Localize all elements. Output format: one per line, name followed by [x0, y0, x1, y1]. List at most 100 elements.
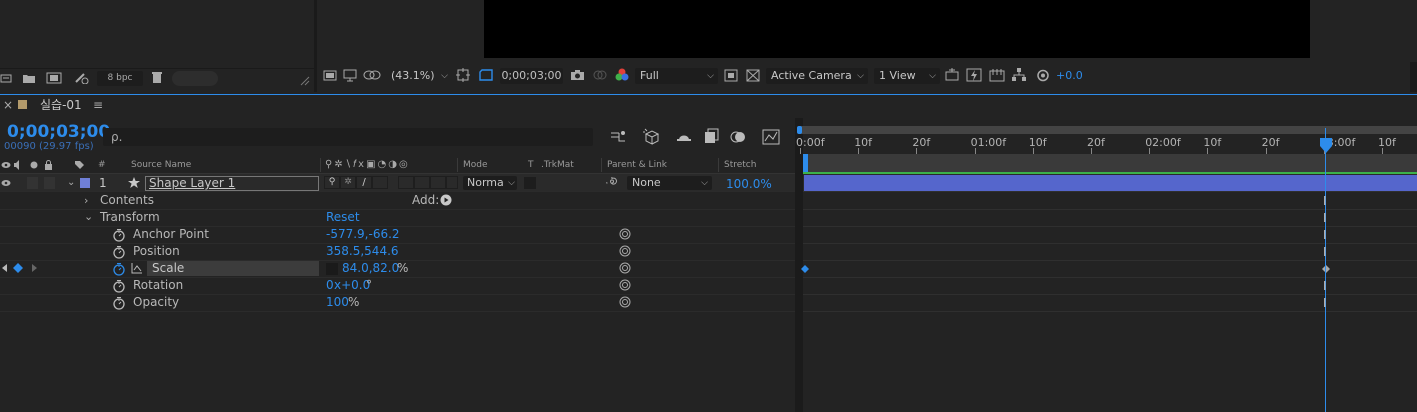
lock-switch[interactable] [44, 177, 55, 189]
camera-dropdown[interactable]: Active Camera ⌵ [766, 68, 868, 84]
pick-whip-icon[interactable] [606, 177, 618, 189]
motion-blur-icon[interactable] [729, 129, 747, 145]
pick-whip-icon[interactable] [619, 228, 631, 240]
next-keyframe-icon[interactable] [31, 264, 37, 272]
graph-icon[interactable] [131, 262, 143, 274]
draft-3d-icon[interactable] [642, 128, 660, 146]
bpc-button[interactable]: 8 bpc [97, 71, 143, 86]
constrain-proportions-icon[interactable] [326, 263, 338, 275]
frame-blend-switch[interactable] [398, 176, 414, 189]
resolution-dropdown[interactable]: Full ⌵ [635, 68, 718, 84]
composition-canvas[interactable] [484, 0, 1310, 58]
timeline-current-time[interactable]: 0;00;03;00 [7, 122, 110, 142]
composition-mini-flowchart-icon[interactable] [609, 129, 627, 145]
previous-keyframe-icon[interactable] [2, 264, 8, 272]
stopwatch-active-icon[interactable] [112, 262, 126, 276]
flowchart-toggle[interactable] [172, 71, 218, 86]
title-action-safe-icon[interactable] [456, 68, 470, 82]
divider [718, 158, 719, 172]
fast-preview-icon[interactable] [724, 69, 738, 82]
stopwatch-icon[interactable] [112, 296, 126, 310]
flowchart-icon[interactable] [1011, 68, 1027, 82]
stopwatch-icon[interactable] [112, 228, 126, 242]
collapse-chevron-icon[interactable]: ⌄ [84, 208, 93, 225]
toggle-pixel-aspect-icon[interactable] [944, 68, 960, 82]
timeline-icon[interactable] [989, 68, 1005, 82]
always-preview-icon[interactable] [323, 69, 337, 82]
new-folder-icon[interactable] [22, 72, 36, 84]
layer-name-field[interactable]: Shape Layer 1 [145, 176, 319, 191]
keyframe-diamond-icon[interactable] [801, 265, 809, 273]
3d-layer-switch[interactable] [446, 176, 458, 189]
graph-editor-icon[interactable] [762, 128, 780, 145]
rotation-degrees[interactable]: x+0.0 [334, 277, 370, 294]
current-time-marker: I [1323, 228, 1327, 242]
expand-chevron-icon[interactable]: › [84, 192, 88, 209]
ruler-tick-label: 20f [912, 136, 931, 149]
stopwatch-icon[interactable] [112, 245, 126, 259]
add-menu-play-icon[interactable] [440, 194, 452, 206]
frame-rate-info: 00090 (29.97 fps) [4, 141, 94, 152]
monitor-icon[interactable] [343, 69, 357, 82]
expand-chevron-icon[interactable]: ⌄ [67, 176, 75, 190]
snapshot-camera-icon[interactable] [570, 69, 585, 81]
collapse-switch[interactable]: ✲ [340, 176, 356, 189]
transparency-grid-icon[interactable] [746, 69, 760, 82]
viewer-scrollbar[interactable] [1410, 62, 1417, 92]
close-tab-icon[interactable]: × [3, 98, 13, 112]
pick-whip-icon[interactable] [619, 245, 631, 257]
quality-switch[interactable]: / [356, 176, 372, 189]
scale-value[interactable]: 84.0,82.0 [342, 260, 399, 277]
position-value[interactable]: 358.5,544.6 [326, 243, 399, 260]
pick-whip-icon[interactable] [619, 262, 631, 274]
current-time-marker: I [1323, 279, 1327, 293]
reset-exposure-icon[interactable] [1036, 69, 1050, 82]
video-eye-icon [1, 161, 11, 169]
add-keyframe-icon[interactable] [13, 263, 23, 273]
interpret-footage-icon[interactable] [0, 72, 12, 84]
hide-shy-layers-icon[interactable] [675, 129, 693, 145]
playhead-handle-icon[interactable] [1319, 138, 1333, 154]
frame-blending-icon[interactable] [703, 128, 719, 145]
anchor-point-value[interactable]: -577.9,-66.2 [326, 226, 400, 243]
effect-switch[interactable] [372, 176, 388, 189]
preserve-transparency-checkbox[interactable] [524, 177, 536, 189]
pick-whip-icon[interactable] [619, 279, 631, 291]
panel-menu-icon[interactable]: ≡ [93, 97, 103, 113]
fast-preview-lightning-icon[interactable] [966, 68, 982, 82]
trash-icon[interactable] [151, 71, 163, 84]
stopwatch-icon[interactable] [112, 279, 126, 293]
blend-mode-dropdown[interactable]: Norma ⌵ [463, 176, 517, 190]
playhead-line[interactable] [1325, 128, 1326, 412]
new-composition-icon[interactable] [46, 72, 62, 84]
solo-switch[interactable] [27, 177, 38, 189]
navigator-start-handle[interactable] [797, 126, 802, 134]
opacity-value[interactable]: 100 [326, 294, 349, 311]
keyframe-diamond-icon[interactable] [1322, 265, 1330, 273]
adjustment-switch[interactable] [430, 176, 446, 189]
current-time-field[interactable]: 0;00;03;00 [500, 68, 563, 84]
shy-switch[interactable]: ⚲ [324, 176, 340, 189]
source-name-header[interactable]: Source Name [131, 158, 191, 172]
view-layout-dropdown[interactable]: 1 View ⌵ [874, 68, 940, 84]
mask-visibility-icon[interactable] [363, 69, 381, 82]
work-area-start-handle[interactable] [803, 154, 808, 172]
stretch-value[interactable]: 100.0% [726, 176, 772, 192]
composition-label-color[interactable] [18, 100, 27, 109]
pick-whip-icon[interactable] [619, 296, 631, 308]
magnification-dropdown[interactable]: (43.1%) ⌵ [386, 68, 452, 84]
layer-label-color[interactable] [80, 178, 90, 188]
layer-search-input[interactable]: ρ. [103, 128, 593, 146]
exposure-value[interactable]: +0.0 [1056, 69, 1083, 83]
video-eye-icon[interactable] [1, 179, 11, 187]
reset-link[interactable]: Reset [326, 209, 360, 226]
color-channels-icon[interactable] [615, 68, 629, 82]
motion-blur-switch[interactable] [414, 176, 430, 189]
parent-dropdown[interactable]: None ⌵ [627, 176, 712, 190]
project-settings-icon[interactable] [74, 72, 90, 84]
rotation-revolutions[interactable]: 0 [326, 277, 334, 294]
parent-value: None [632, 176, 661, 189]
region-of-interest-icon[interactable] [478, 68, 494, 82]
show-snapshot-icon[interactable] [593, 69, 607, 81]
timeline-tab-title[interactable]: 실습-01 [40, 97, 82, 113]
